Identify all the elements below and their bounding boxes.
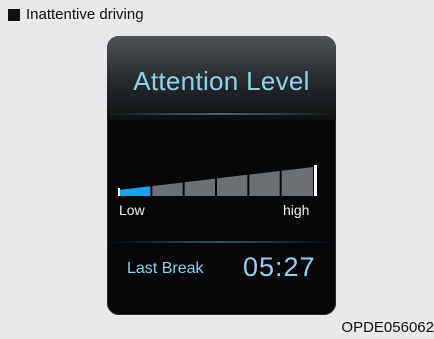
meter-segment xyxy=(249,170,280,196)
meter-segment xyxy=(217,174,248,196)
last-break-time: 05:27 xyxy=(243,252,316,282)
meter-segment xyxy=(184,178,215,196)
cluster-display: Attention Level Low high Last Break 05:2… xyxy=(107,36,336,315)
meter-segment xyxy=(281,167,313,196)
meter-end-marker xyxy=(314,165,317,196)
attention-level-meter xyxy=(118,165,317,196)
caption-text: Inattentive driving xyxy=(26,6,144,23)
meter-low-label: Low xyxy=(119,202,145,218)
last-break-label: Last Break xyxy=(127,260,204,277)
figure-code: OPDE056062 xyxy=(341,319,434,336)
attention-level-title: Attention Level xyxy=(133,66,310,96)
meter-high-label: high xyxy=(283,202,310,218)
meter-divider xyxy=(107,241,336,243)
section-caption: Inattentive driving xyxy=(8,6,144,23)
meter-start-marker xyxy=(118,188,120,196)
meter-segment xyxy=(152,182,183,196)
title-divider xyxy=(107,113,336,115)
bullet-square-icon xyxy=(8,8,20,21)
meter-segment xyxy=(119,186,151,196)
